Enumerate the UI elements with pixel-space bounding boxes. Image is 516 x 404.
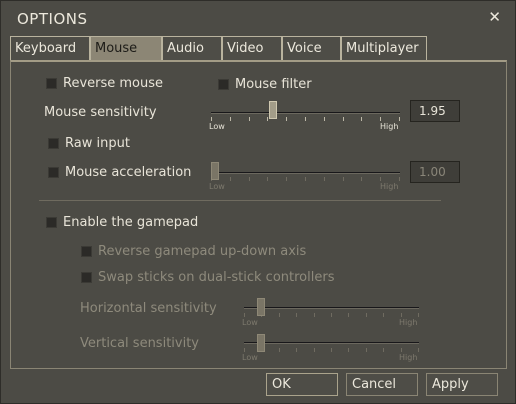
- vertical-sensitivity-track[interactable]: [244, 342, 419, 344]
- slider-tick: [418, 348, 419, 352]
- reverse-axis-checkbox[interactable]: [81, 246, 92, 257]
- slider-tick: [267, 117, 268, 121]
- mouse-sensitivity-low: Low: [209, 122, 225, 131]
- mouse-filter-label: Mouse filter: [235, 77, 312, 92]
- swap-sticks-label: Swap sticks on dual-stick controllers: [98, 270, 335, 285]
- vertical-sensitivity-thumb[interactable]: [257, 334, 265, 352]
- slider-tick: [286, 117, 287, 121]
- slider-tick: [331, 313, 332, 317]
- slider-tick: [361, 177, 362, 181]
- slider-tick: [348, 348, 349, 352]
- slider-tick: [418, 313, 419, 317]
- slider-tick: [279, 348, 280, 352]
- slider-tick: [343, 177, 344, 181]
- ok-button[interactable]: OK: [266, 373, 338, 396]
- slider-tick: [331, 348, 332, 352]
- horizontal-sensitivity-label: Horizontal sensitivity: [80, 301, 217, 316]
- mouse-acceleration-checkbox[interactable]: [48, 167, 59, 178]
- mouse-filter-checkbox[interactable]: [218, 79, 229, 90]
- slider-tick: [314, 313, 315, 317]
- slider-tick: [267, 177, 268, 181]
- mouse-acceleration-thumb[interactable]: [211, 162, 219, 180]
- mouse-sensitivity-high: High: [380, 122, 399, 131]
- slider-tick: [296, 348, 297, 352]
- slider-tick: [348, 313, 349, 317]
- tab-video[interactable]: Video: [222, 36, 282, 60]
- slider-tick: [211, 117, 212, 121]
- vertical-sensitivity-label: Vertical sensitivity: [80, 336, 199, 351]
- slider-tick: [361, 117, 362, 121]
- slider-tick: [324, 117, 325, 121]
- mouse-sensitivity-label: Mouse sensitivity: [44, 105, 157, 120]
- mouse-acceleration-low: Low: [209, 182, 225, 191]
- enable-gamepad-checkbox[interactable]: [46, 217, 57, 228]
- mouse-acceleration-track[interactable]: [211, 172, 400, 174]
- slider-tick: [380, 177, 381, 181]
- slider-tick: [324, 177, 325, 181]
- slider-tick: [305, 117, 306, 121]
- slider-tick: [366, 313, 367, 317]
- mouse-acceleration-label: Mouse acceleration: [65, 165, 192, 180]
- tab-keyboard[interactable]: Keyboard: [10, 36, 90, 60]
- slider-tick: [249, 177, 250, 181]
- horizontal-sensitivity-low: Low: [242, 318, 258, 327]
- slider-tick: [401, 313, 402, 317]
- slider-tick: [399, 117, 400, 121]
- slider-tick: [305, 177, 306, 181]
- mouse-acceleration-value[interactable]: 1.00: [410, 161, 460, 183]
- raw-input-label: Raw input: [65, 136, 130, 151]
- slider-tick: [314, 348, 315, 352]
- reverse-mouse-label: Reverse mouse: [63, 76, 164, 91]
- slider-tick: [230, 117, 231, 121]
- slider-tick: [279, 313, 280, 317]
- slider-tick: [401, 348, 402, 352]
- slider-tick: [296, 313, 297, 317]
- horizontal-sensitivity-high: High: [399, 318, 418, 327]
- enable-gamepad-label: Enable the gamepad: [63, 215, 199, 230]
- vertical-sensitivity-high: High: [399, 353, 418, 362]
- horizontal-sensitivity-track[interactable]: [244, 307, 419, 309]
- section-divider: [39, 200, 441, 201]
- mouse-sensitivity-thumb[interactable]: [269, 101, 277, 119]
- slider-tick: [249, 117, 250, 121]
- apply-button[interactable]: Apply: [426, 373, 498, 396]
- close-icon[interactable]: ✕: [488, 8, 501, 26]
- horizontal-sensitivity-thumb[interactable]: [257, 298, 265, 316]
- reverse-mouse-checkbox[interactable]: [46, 78, 57, 89]
- slider-tick: [383, 348, 384, 352]
- slider-tick: [343, 117, 344, 121]
- slider-tick: [383, 313, 384, 317]
- mouse-sensitivity-value[interactable]: 1.95: [410, 100, 460, 122]
- slider-tick: [366, 348, 367, 352]
- vertical-sensitivity-low: Low: [242, 353, 258, 362]
- swap-sticks-checkbox[interactable]: [81, 272, 92, 283]
- slider-tick: [399, 177, 400, 181]
- cancel-button[interactable]: Cancel: [346, 373, 418, 396]
- slider-tick: [380, 117, 381, 121]
- mouse-sensitivity-track[interactable]: [211, 112, 400, 114]
- tab-audio[interactable]: Audio: [162, 36, 222, 60]
- slider-tick: [286, 177, 287, 181]
- raw-input-checkbox[interactable]: [48, 138, 59, 149]
- slider-tick: [244, 313, 245, 317]
- reverse-axis-label: Reverse gamepad up-down axis: [98, 244, 307, 259]
- slider-tick: [244, 348, 245, 352]
- tab-multiplayer[interactable]: Multiplayer: [341, 36, 427, 60]
- options-dialog: OPTIONS ✕ Keyboard Mouse Audio Video Voi…: [0, 0, 516, 404]
- tab-voice[interactable]: Voice: [282, 36, 341, 60]
- mouse-acceleration-high: High: [380, 182, 399, 191]
- dialog-title: OPTIONS: [17, 10, 88, 28]
- slider-tick: [230, 177, 231, 181]
- tab-mouse[interactable]: Mouse: [90, 36, 162, 61]
